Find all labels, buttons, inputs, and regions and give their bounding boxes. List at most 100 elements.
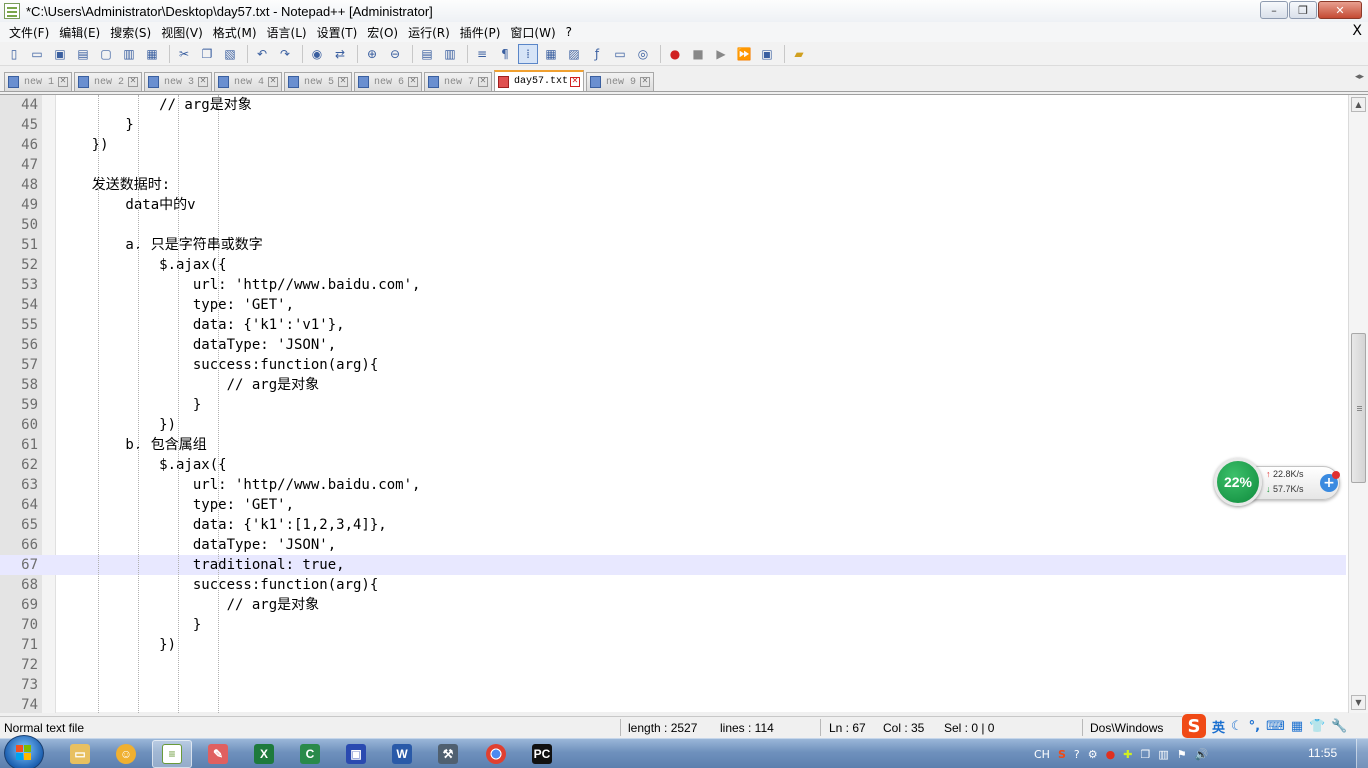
line-text[interactable]: 发送数据时: [58,175,170,195]
close-file-icon[interactable]: ▢ [96,44,116,64]
code-line[interactable]: 62 $.ajax({ [0,455,1346,475]
copy-icon[interactable]: ❐ [197,44,217,64]
code-line[interactable]: 70 } [0,615,1346,635]
zoom-out-icon[interactable]: ⊖ [385,44,405,64]
code-line[interactable]: 74 [0,695,1346,713]
run-macro-multiple-icon[interactable]: ⏩ [734,44,754,64]
line-text[interactable]: a. 只是字符串或数字 [58,235,262,255]
print-icon[interactable]: ▦ [142,44,162,64]
code-line[interactable]: 73 [0,675,1346,695]
code-line[interactable]: 65 data: {'k1':[1,2,3,4]}, [0,515,1346,535]
punctuation-icon[interactable]: °, [1249,719,1260,734]
new-file-icon[interactable]: ▯ [4,44,24,64]
redo-icon[interactable]: ↷ [275,44,295,64]
tab-close-icon[interactable]: ✕ [640,77,650,87]
volume-icon[interactable]: 🔊 [1195,748,1209,761]
line-text[interactable]: url: 'http//www.baidu.com', [58,475,421,495]
paint-icon[interactable]: ✎ [198,740,238,768]
menu-macro[interactable]: 宏(O) [362,24,403,41]
network-icon[interactable]: ▥ [1158,748,1168,761]
skin-icon[interactable]: ▦ [1291,719,1303,734]
code-line[interactable]: 64 type: 'GET', [0,495,1346,515]
moon-icon[interactable]: ☾ [1231,719,1243,734]
menu-run[interactable]: 运行(R) [403,24,455,41]
undo-icon[interactable]: ↶ [252,44,272,64]
notepadpp-icon[interactable]: ≡ [152,740,192,768]
tab-new-6[interactable]: new 6 ✕ [354,72,422,91]
code-line[interactable]: 57 success:function(arg){ [0,355,1346,375]
menu-file[interactable]: 文件(F) [4,24,54,41]
scroll-thumb[interactable] [1351,333,1366,483]
close-window-button[interactable]: ✕ [1318,1,1362,19]
tray-settings-icon[interactable]: ⚙ [1088,748,1098,761]
vertical-scrollbar[interactable]: ▲ ▼ [1348,95,1368,713]
line-text[interactable]: }) [58,635,176,655]
word-icon[interactable]: W [382,740,422,768]
udl-icon[interactable]: ▦ [541,44,561,64]
save-icon[interactable]: ▣ [50,44,70,64]
find-icon[interactable]: ◉ [307,44,327,64]
code-line[interactable]: 49 data中的v [0,195,1346,215]
pycharm-icon[interactable]: PC [522,740,562,768]
pinyin-tool-icon[interactable]: ☺ [106,740,146,768]
ime-language-toggle[interactable]: 英 [1212,717,1225,736]
floppy-icon[interactable]: ▣ [336,740,376,768]
cut-icon[interactable]: ✂ [174,44,194,64]
line-text[interactable]: dataType: 'JSON', [58,335,336,355]
tab-new-3[interactable]: new 3 ✕ [144,72,212,91]
help-icon[interactable]: ? [1074,748,1080,761]
tab-new-4[interactable]: new 4 ✕ [214,72,282,91]
code-line[interactable]: 72 [0,655,1346,675]
excel-icon[interactable]: X [244,740,284,768]
clock[interactable]: 11:55 [1308,746,1337,760]
code-line[interactable]: 63 url: 'http//www.baidu.com', [0,475,1346,495]
line-text[interactable]: dataType: 'JSON', [58,535,336,555]
code-line[interactable]: 55 data: {'k1':'v1'}, [0,315,1346,335]
tab-close-icon[interactable]: ✕ [408,77,418,87]
line-text[interactable]: $.ajax({ [58,455,226,475]
tab-new-5[interactable]: new 5 ✕ [284,72,352,91]
menu-plugins[interactable]: 插件(P) [455,24,506,41]
menu-edit[interactable]: 编辑(E) [54,24,105,41]
ime-toolbar[interactable]: S 英 ☾ °, ⌨ ▦ 👕 🔧 [1182,713,1368,739]
line-text[interactable]: } [58,615,201,635]
tab-close-icon[interactable]: ✕ [268,77,278,87]
monitor-icon[interactable]: ◎ [633,44,653,64]
line-text[interactable]: } [58,395,201,415]
line-text[interactable]: data: {'k1':'v1'}, [58,315,345,335]
line-text[interactable]: // arg是对象 [58,95,252,115]
code-line[interactable]: 60 }) [0,415,1346,435]
close-document-button[interactable]: X [1352,23,1362,39]
line-text[interactable]: url: 'http//www.baidu.com', [58,275,421,295]
folder-workspace-icon[interactable]: ▭ [610,44,630,64]
tab-close-icon[interactable]: ✕ [478,77,488,87]
tab-close-icon[interactable]: ✕ [570,76,580,87]
code-line[interactable]: 59 } [0,395,1346,415]
tab-new-2[interactable]: new 2 ✕ [74,72,142,91]
chrome-icon[interactable] [476,740,516,768]
tab-new-7[interactable]: new 7 ✕ [424,72,492,91]
save-macro-icon[interactable]: ▣ [757,44,777,64]
line-text[interactable]: }) [58,135,109,155]
close-all-icon[interactable]: ▥ [119,44,139,64]
green-plus-icon[interactable]: ✚ [1123,748,1132,761]
code-line[interactable]: 67 traditional: true, [0,555,1346,575]
code-line[interactable]: 66 dataType: 'JSON', [0,535,1346,555]
menu-view[interactable]: 视图(V) [156,24,208,41]
paste-icon[interactable]: ▧ [220,44,240,64]
code-line[interactable]: 53 url: 'http//www.baidu.com', [0,275,1346,295]
tab-new-1[interactable]: new 1 ✕ [4,72,72,91]
scroll-up-icon[interactable]: ▲ [1351,97,1366,112]
line-text[interactable]: b. 包含属组 [58,435,206,455]
menu-language[interactable]: 语言(L) [262,24,312,41]
stop-record-icon[interactable]: ■ [688,44,708,64]
code-line[interactable]: 44 // arg是对象 [0,95,1346,115]
tool-icon[interactable]: ⚒ [428,740,468,768]
code-line[interactable]: 47 [0,155,1346,175]
show-all-chars-icon[interactable]: ¶ [495,44,515,64]
restore-button[interactable]: ❐ [1289,1,1317,19]
line-text[interactable]: type: 'GET', [58,495,294,515]
line-text[interactable]: type: 'GET', [58,295,294,315]
shirt-icon[interactable]: 👕 [1309,719,1325,734]
function-list-icon[interactable]: ƒ [587,44,607,64]
